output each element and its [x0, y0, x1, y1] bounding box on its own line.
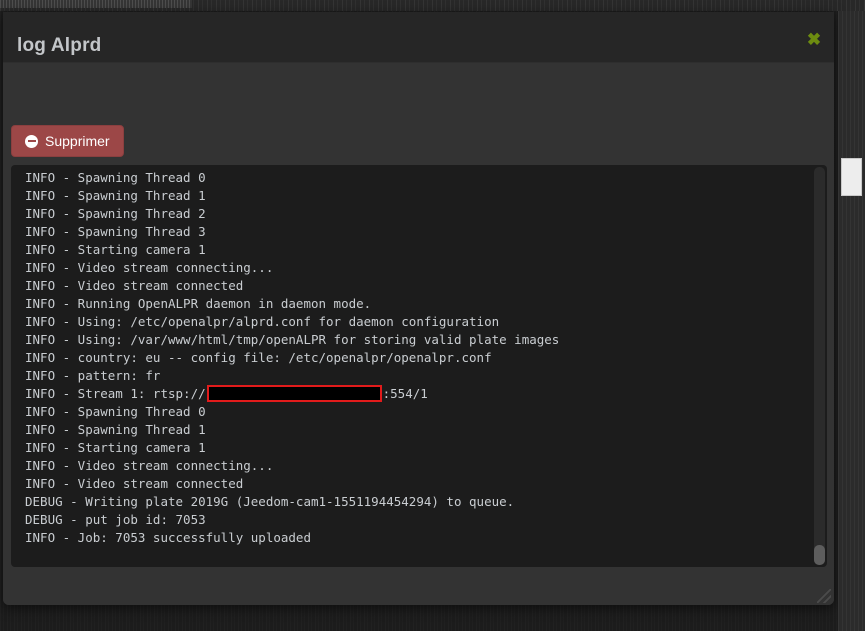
modal-header: log Alprd ✖	[3, 12, 834, 63]
close-icon[interactable]: ✖	[805, 31, 823, 49]
log-scrollbar-track[interactable]	[814, 167, 825, 565]
log-line: INFO - Video stream connected	[25, 278, 244, 293]
log-line: INFO - Video stream connecting...	[25, 458, 274, 473]
page-scrollbar-track[interactable]	[838, 11, 865, 631]
browser-tab-strip[interactable]	[0, 0, 192, 8]
log-line: INFO - Using: /etc/openalpr/alprd.conf f…	[25, 314, 500, 329]
log-console-panel[interactable]: INFO - Spawning Thread 0 INFO - Spawning …	[11, 165, 827, 567]
browser-chrome-strip	[0, 0, 865, 11]
log-content: INFO - Spawning Thread 0 INFO - Spawning …	[11, 165, 827, 567]
log-line: INFO - Stream 1: rtsp:// :554/1	[11, 385, 827, 403]
delete-button-label: Supprimer	[45, 133, 110, 149]
delete-button[interactable]: Supprimer	[11, 125, 124, 157]
page-scrollbar-thumb[interactable]	[841, 158, 862, 196]
log-scrollbar-thumb[interactable]	[814, 545, 825, 565]
modal-body: Supprimer INFO - Spawning Thread 0 INFO -…	[3, 63, 834, 605]
log-line-prefix: INFO - Stream 1: rtsp://	[25, 386, 206, 401]
log-line-suffix: :554/1	[382, 386, 428, 401]
log-line: DEBUG - Writing plate 2019G (Jeedom-cam1…	[25, 494, 515, 509]
log-line: INFO - Video stream connected	[25, 476, 244, 491]
log-line: INFO - Spawning Thread 2	[25, 206, 206, 221]
log-line: INFO - Starting camera 1	[25, 242, 206, 257]
log-line: INFO - Spawning Thread 1	[25, 188, 206, 203]
modal-resize-handle[interactable]	[817, 589, 831, 603]
log-modal-dialog: log Alprd ✖ Supprimer INFO - Spawning Th…	[3, 12, 834, 605]
app-root: log Alprd ✖ Supprimer INFO - Spawning Th…	[0, 0, 865, 631]
log-line: INFO - Running OpenALPR daemon in daemon…	[25, 296, 372, 311]
log-line: INFO - Starting camera 1	[25, 440, 206, 455]
log-line: INFO - Spawning Thread 3	[25, 224, 206, 239]
log-line: INFO - Spawning Thread 1	[25, 422, 206, 437]
redaction-box	[206, 385, 382, 402]
log-line: INFO - Video stream connecting...	[25, 260, 274, 275]
log-line: INFO - Using: /var/www/html/tmp/openALPR…	[25, 332, 560, 347]
log-line: INFO - Spawning Thread 0	[25, 170, 206, 185]
log-line: INFO - country: eu -- config file: /etc/…	[25, 350, 492, 365]
log-line: INFO - pattern: fr	[25, 368, 161, 383]
log-line: INFO - Job: 7053 successfully uploaded	[25, 530, 311, 545]
log-line: INFO - Spawning Thread 0	[25, 404, 206, 419]
log-line: DEBUG - put job id: 7053	[25, 512, 206, 527]
modal-title: log Alprd	[17, 35, 102, 56]
minus-circle-icon	[25, 134, 38, 148]
